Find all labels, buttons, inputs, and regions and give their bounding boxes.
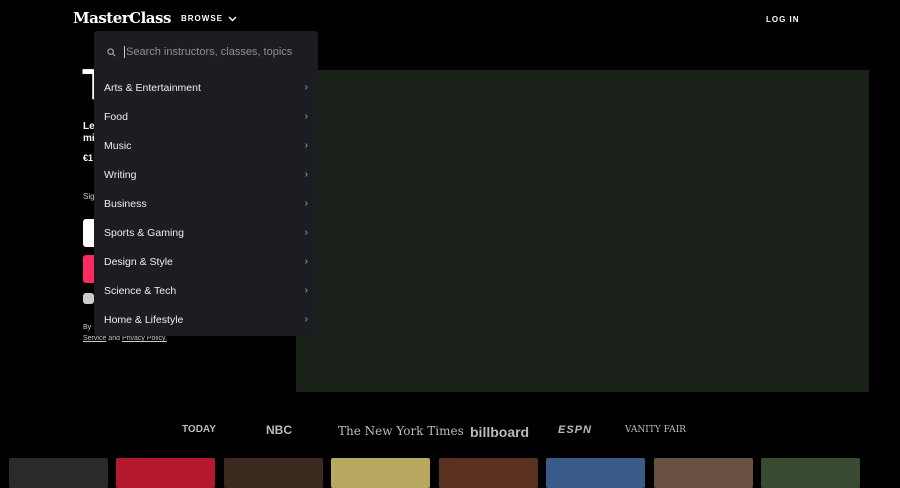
browse-label: BROWSE <box>181 14 223 23</box>
espn-logo: ESPN <box>558 424 592 436</box>
search-input[interactable]: Search instructors, classes, topics <box>94 31 318 73</box>
today-logo: TODAY <box>182 424 216 435</box>
category-item[interactable]: Sports & Gaming › <box>94 218 318 247</box>
search-icon <box>107 47 116 56</box>
category-label: Music <box>104 139 132 152</box>
press-logos: TODAY NBC The New York Times billboard E… <box>0 423 900 440</box>
category-label: Design & Style <box>104 255 173 268</box>
chevron-right-icon: › <box>304 140 308 151</box>
category-label: Home & Lifestyle <box>104 313 184 326</box>
browse-dropdown: Search instructors, classes, topics Arts… <box>94 31 318 336</box>
login-link[interactable]: LOG IN <box>766 15 800 24</box>
chevron-right-icon: › <box>304 314 308 325</box>
category-item[interactable]: Business › <box>94 189 318 218</box>
nbc-logo: NBC <box>266 423 292 437</box>
terms-of-service-link[interactable]: Service <box>83 335 106 342</box>
category-label: Sports & Gaming <box>104 226 184 239</box>
chevron-right-icon: › <box>304 169 308 180</box>
chevron-right-icon: › <box>304 198 308 209</box>
masterclass-logo[interactable]: MasterClass <box>73 9 171 27</box>
category-item[interactable]: Writing › <box>94 160 318 189</box>
category-item[interactable]: Arts & Entertainment › <box>94 73 318 102</box>
price-text: €1 <box>83 153 94 163</box>
chevron-down-icon <box>228 16 237 21</box>
privacy-policy-link[interactable]: Privacy Policy. <box>122 335 167 342</box>
terms-and: and <box>108 335 120 342</box>
category-label: Food <box>104 110 128 123</box>
nyt-logo: The New York Times <box>338 424 464 438</box>
category-item[interactable]: Science & Tech › <box>94 276 318 305</box>
chevron-right-icon: › <box>304 256 308 267</box>
category-label: Business <box>104 197 147 210</box>
category-label: Writing <box>104 168 137 181</box>
category-label: Science & Tech <box>104 284 177 297</box>
terms-text: By <box>83 324 92 331</box>
consent-checkbox[interactable] <box>83 293 94 304</box>
billboard-logo: billboard <box>470 424 530 440</box>
category-item[interactable]: Design & Style › <box>94 247 318 276</box>
search-placeholder: Search instructors, classes, topics <box>126 46 293 58</box>
category-item[interactable]: Music › <box>94 131 318 160</box>
hero-subtitle: Le <box>83 121 95 132</box>
signup-label: Sig <box>83 192 95 201</box>
hero-video[interactable] <box>296 70 869 392</box>
chevron-right-icon: › <box>304 111 308 122</box>
hero-subtitle-line2: mi <box>83 133 95 144</box>
browse-menu-button[interactable]: BROWSE <box>181 14 237 23</box>
vanity-fair-logo: VANITY FAIR <box>625 425 686 435</box>
chevron-right-icon: › <box>304 285 308 296</box>
category-label: Arts & Entertainment <box>104 81 201 94</box>
chevron-right-icon: › <box>304 82 308 93</box>
chevron-right-icon: › <box>304 227 308 238</box>
category-item[interactable]: Food › <box>94 102 318 131</box>
category-item[interactable]: Home & Lifestyle › <box>94 305 318 334</box>
